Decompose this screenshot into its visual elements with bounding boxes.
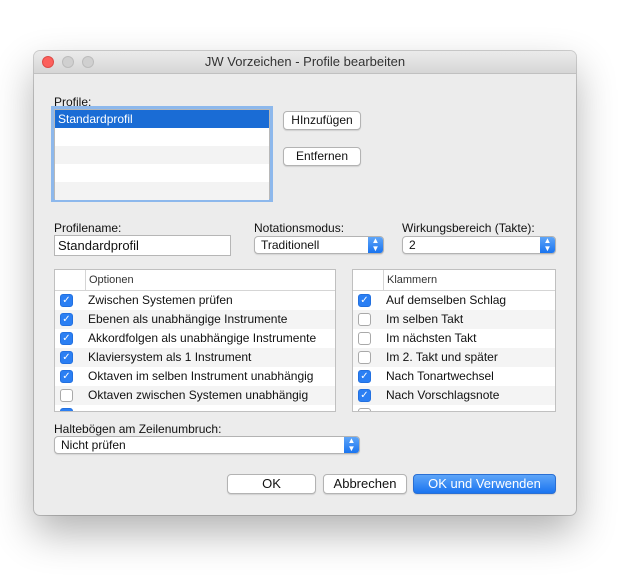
- checkbox[interactable]: ✓: [60, 332, 73, 345]
- title-bar: JW Vorzeichen - Profile bearbeiten: [34, 51, 576, 74]
- options-table-header: Optionen: [55, 270, 335, 291]
- table-row[interactable]: ✓ Ebenen als unabhängige Instrumente: [55, 310, 335, 329]
- bracket-label: Im 2. Takt und später: [386, 350, 498, 364]
- table-row[interactable]: ✓ Klaviersystem als 1 Instrument: [55, 348, 335, 367]
- table-row[interactable]: Im nächsten Takt: [353, 329, 555, 348]
- notation-mode-value: Traditionell: [261, 238, 320, 252]
- add-profile-button[interactable]: HInzufügen: [283, 111, 361, 130]
- profiles-list[interactable]: Standardprofil: [54, 109, 270, 200]
- option-label: Akkordfolgen als unabhängige Instrumente: [88, 331, 317, 345]
- check-icon: ✓: [62, 314, 71, 325]
- table-row[interactable]: [55, 405, 335, 411]
- notation-mode-select[interactable]: Traditionell ▲ ▼: [254, 236, 384, 254]
- option-label: Klaviersystem als 1 Instrument: [88, 350, 252, 364]
- option-label: Zwischen Systemen prüfen: [88, 293, 233, 307]
- ties-label: Haltebögen am Zeilenumbruch:: [54, 422, 222, 436]
- table-row[interactable]: Im 2. Takt und später: [353, 348, 555, 367]
- table-row[interactable]: ✓ Auf demselben Schlag: [353, 291, 555, 310]
- popup-arrows-icon: ▲ ▼: [540, 237, 555, 253]
- ties-select[interactable]: Nicht prüfen ▲ ▼: [54, 436, 360, 454]
- bracket-label: Im nächsten Takt: [386, 331, 477, 345]
- check-icon: ✓: [360, 371, 369, 382]
- checkbox[interactable]: ✓: [60, 313, 73, 326]
- table-row[interactable]: Oktaven zwischen Systemen unabhängig: [55, 386, 335, 405]
- ties-value: Nicht prüfen: [61, 438, 126, 452]
- table-row[interactable]: ✓ Oktaven im selben Instrument unabhängi…: [55, 367, 335, 386]
- window-title: JW Vorzeichen - Profile bearbeiten: [204, 54, 406, 69]
- checkbox[interactable]: ✓: [60, 294, 73, 307]
- brackets-table[interactable]: Klammern ✓ Auf demselben Schlag Im selbe…: [352, 269, 556, 412]
- table-row[interactable]: ✓ Nach Vorschlagsnote: [353, 386, 555, 405]
- profile-item[interactable]: [55, 182, 269, 200]
- profilename-field[interactable]: Standardprofil: [54, 235, 231, 256]
- profile-item[interactable]: [55, 146, 269, 164]
- option-label: Ebenen als unabhängige Instrumente: [88, 312, 288, 326]
- range-select[interactable]: 2 ▲ ▼: [402, 236, 556, 254]
- table-row[interactable]: Im selben Takt: [353, 310, 555, 329]
- checkbox[interactable]: ✓: [358, 294, 371, 307]
- check-icon: ✓: [62, 333, 71, 344]
- options-table[interactable]: Optionen ✓ Zwischen Systemen prüfen ✓ Eb…: [54, 269, 336, 412]
- check-icon: ✓: [62, 295, 71, 306]
- bracket-label: Im selben Takt: [386, 312, 464, 326]
- profilename-label: Profilename:: [54, 221, 122, 235]
- bracket-label: Nach Vorschlagsnote: [386, 388, 500, 402]
- table-row[interactable]: ✓ Nach Tonartwechsel: [353, 367, 555, 386]
- option-label: Oktaven im selben Instrument unabhängig: [88, 369, 314, 383]
- checkbox[interactable]: ✓: [358, 389, 371, 402]
- cancel-button[interactable]: Abbrechen: [323, 474, 407, 494]
- checkbox[interactable]: [60, 408, 73, 411]
- checkbox[interactable]: [358, 332, 371, 345]
- profile-item[interactable]: [55, 164, 269, 182]
- brackets-table-header: Klammern: [353, 270, 555, 291]
- profiles-label: Profile:: [54, 95, 92, 109]
- ok-button[interactable]: OK: [227, 474, 316, 494]
- range-value: 2: [409, 238, 416, 252]
- options-column-header[interactable]: Optionen: [85, 270, 134, 290]
- bracket-label: Auf demselben Schlag: [386, 293, 507, 307]
- table-row[interactable]: ✓ Zwischen Systemen prüfen: [55, 291, 335, 310]
- range-label: Wirkungsbereich (Takte):: [402, 221, 535, 235]
- profile-item[interactable]: [55, 128, 269, 146]
- checkbox[interactable]: [358, 351, 371, 364]
- check-icon: ✓: [62, 371, 71, 382]
- popup-arrows-icon: ▲ ▼: [368, 237, 383, 253]
- check-icon: ✓: [62, 352, 71, 363]
- brackets-column-header[interactable]: Klammern: [383, 270, 437, 290]
- table-row[interactable]: ✓ Akkordfolgen als unabhängige Instrumen…: [55, 329, 335, 348]
- check-icon: ✓: [360, 390, 369, 401]
- profile-item[interactable]: Standardprofil: [55, 110, 269, 128]
- checkbox[interactable]: ✓: [60, 351, 73, 364]
- checkbox[interactable]: [358, 408, 371, 411]
- bracket-label: Nach Tonartwechsel: [386, 369, 494, 383]
- ok-apply-button[interactable]: OK und Verwenden: [413, 474, 556, 494]
- checkbox[interactable]: ✓: [60, 370, 73, 383]
- check-icon: ✓: [360, 295, 369, 306]
- table-row[interactable]: [353, 405, 555, 411]
- notation-mode-label: Notationsmodus:: [254, 221, 345, 235]
- checkbox[interactable]: [60, 389, 73, 402]
- checkbox[interactable]: [358, 313, 371, 326]
- checkbox[interactable]: ✓: [358, 370, 371, 383]
- dialog-window: JW Vorzeichen - Profile bearbeiten Profi…: [34, 51, 576, 515]
- remove-profile-button[interactable]: Entfernen: [283, 147, 361, 166]
- popup-arrows-icon: ▲ ▼: [344, 437, 359, 453]
- option-label: Oktaven zwischen Systemen unabhängig: [88, 388, 309, 402]
